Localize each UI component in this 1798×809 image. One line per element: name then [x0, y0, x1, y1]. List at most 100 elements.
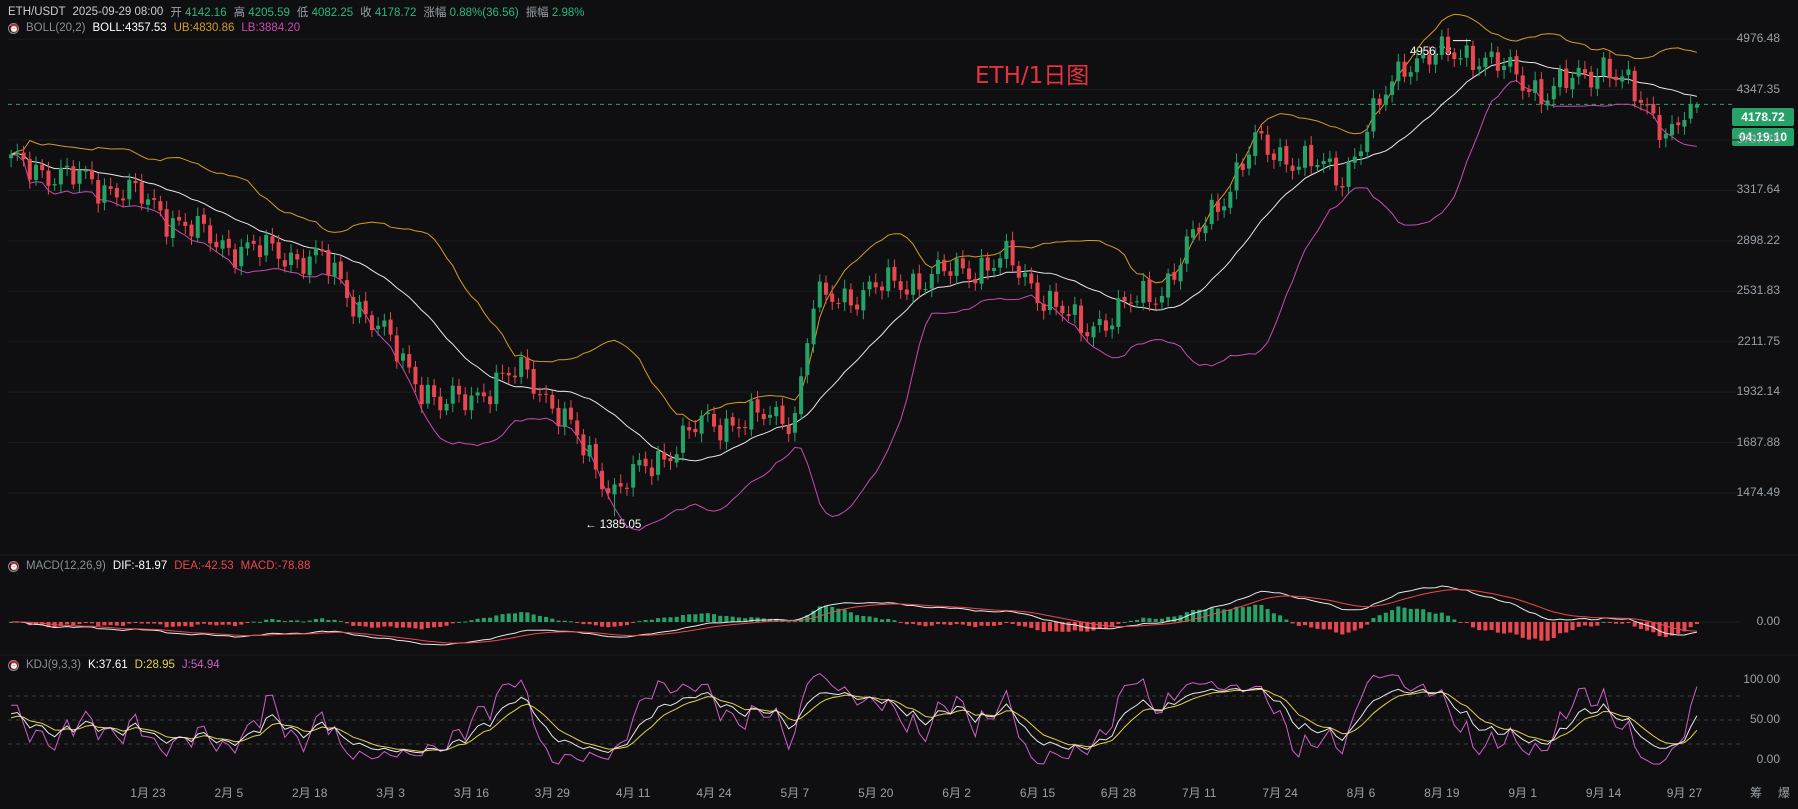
candle-body: [1246, 154, 1252, 169]
macd-histogram-bar: [52, 622, 57, 628]
candle-body: [631, 464, 636, 488]
macd-histogram-bar: [1558, 622, 1563, 634]
macd-histogram-bar: [612, 622, 617, 627]
amplitude-value: 2.98%: [551, 7, 585, 19]
datetime-label: 2025-09-29 08:00: [72, 6, 164, 18]
time-tick-label: 7月 11: [1182, 786, 1217, 800]
alert-bell-icon[interactable]: ⏰: [8, 659, 19, 671]
macd-histogram-bar: [1016, 622, 1021, 626]
chip-distribution-button[interactable]: 筹: [1750, 784, 1762, 801]
candle-body: [550, 394, 555, 409]
boll-legend[interactable]: ⏰ BOLL(20,2) BOLL:4357.53 UB:4830.86 LB:…: [8, 22, 300, 34]
macd-histogram-bar: [450, 622, 455, 624]
macd-histogram-bar: [1446, 615, 1451, 622]
chart-canvas[interactable]: [0, 0, 1798, 809]
candle-body: [71, 166, 76, 185]
candle-body: [438, 396, 443, 411]
macd-histogram-bar: [1153, 618, 1158, 622]
macd-histogram-bar: [301, 621, 306, 623]
time-tick-label: 5月 20: [858, 786, 894, 800]
chart-root[interactable]: ETH/USDT 2025-09-29 08:00 开 4142.16 高 42…: [0, 0, 1798, 809]
macd-histogram-bar: [1539, 622, 1544, 641]
candle-body: [886, 267, 891, 292]
macd-histogram-bar: [929, 622, 934, 626]
macd-histogram-bar: [1340, 622, 1345, 635]
macd-histogram-bar: [879, 619, 885, 622]
macd-histogram-bar: [1452, 619, 1457, 622]
alert-bell-icon[interactable]: ⏰: [8, 22, 19, 34]
candle-body: [1110, 325, 1115, 330]
candle-body: [413, 366, 418, 385]
macd-histogram-bar: [58, 622, 63, 626]
close-value: 4178.72: [374, 7, 417, 19]
candle-body: [33, 164, 39, 180]
macd-histogram-bar: [481, 617, 486, 622]
macd-histogram-bar: [960, 622, 965, 625]
candle-body: [917, 273, 922, 290]
macd-histogram-bar: [1564, 622, 1569, 633]
macd-histogram-bar: [1657, 622, 1662, 637]
candle-body: [52, 183, 57, 186]
macd-histogram-bar: [687, 614, 692, 622]
candle-body: [1302, 145, 1308, 168]
time-tick-label: 2月 5: [214, 786, 244, 800]
macd-histogram-bar: [755, 617, 760, 622]
candle-body: [450, 385, 455, 404]
macd-histogram-bar: [500, 614, 505, 622]
macd-histogram-bar: [1141, 617, 1146, 622]
macd-histogram-bar: [1246, 606, 1252, 622]
macd-histogram-bar: [1421, 609, 1426, 622]
candle-body: [1041, 303, 1046, 311]
candle-body: [1371, 98, 1376, 132]
symbol-label: ETH/USDT: [8, 6, 66, 18]
macd-histogram-bar: [1632, 622, 1637, 627]
macd-histogram-bar: [1383, 612, 1388, 622]
candle-body: [1383, 94, 1388, 105]
candle-body: [1016, 266, 1021, 278]
candle-body: [1197, 227, 1202, 232]
candle-body: [1638, 99, 1643, 103]
macd-histogram-bar: [805, 615, 810, 622]
candle-body: [662, 452, 667, 460]
macd-histogram-bar: [1085, 622, 1090, 632]
macd-histogram-bar: [1601, 621, 1606, 623]
candle-body: [1464, 45, 1469, 58]
candle-body: [1551, 86, 1556, 100]
macd-histogram-bar: [438, 622, 443, 628]
boll-lb-value: LB:3884.20: [241, 22, 301, 34]
candle-body: [369, 315, 374, 331]
candle-body: [1265, 134, 1270, 155]
macd-histogram-bar: [531, 614, 536, 622]
macd-histogram-bar: [656, 618, 661, 622]
macd-histogram-bar: [1191, 610, 1196, 622]
macd-histogram-bar: [369, 622, 374, 628]
liquidation-button[interactable]: 爆: [1778, 784, 1790, 801]
candle-body: [506, 372, 511, 376]
candle-body: [1079, 305, 1084, 334]
candle-body: [525, 357, 530, 370]
macd-histogram-bar: [432, 622, 437, 628]
candle-body: [1663, 133, 1668, 139]
price-tick-label: 2531.83: [1736, 283, 1780, 298]
macd-histogram-bar: [89, 622, 94, 624]
candle-body: [823, 282, 829, 295]
candle-body: [1358, 151, 1363, 157]
candle-body: [1166, 273, 1171, 298]
macd-histogram-bar: [1514, 622, 1519, 635]
macd-histogram-bar: [1041, 622, 1046, 632]
macd-name: MACD(12,26,9): [26, 560, 106, 572]
macd-legend[interactable]: ⏰ MACD(12,26,9) DIF:-81.97 DEA:-42.53 MA…: [8, 560, 310, 572]
macd-histogram-bar: [562, 620, 567, 622]
candle-body: [668, 458, 673, 462]
candle-body: [637, 460, 642, 466]
macd-histogram-bar: [861, 615, 866, 622]
candle-body: [177, 216, 182, 221]
candle-body: [195, 216, 200, 238]
candle-body: [1458, 58, 1463, 60]
candle-body: [724, 418, 729, 442]
macd-histogram-bar: [33, 622, 39, 626]
kdj-legend[interactable]: ⏰ KDJ(9,3,3) K:37.61 D:28.95 J:54.94: [8, 659, 220, 671]
macd-histogram-bar: [264, 619, 269, 622]
candle-body: [1614, 76, 1619, 81]
alert-bell-icon[interactable]: ⏰: [8, 560, 19, 572]
